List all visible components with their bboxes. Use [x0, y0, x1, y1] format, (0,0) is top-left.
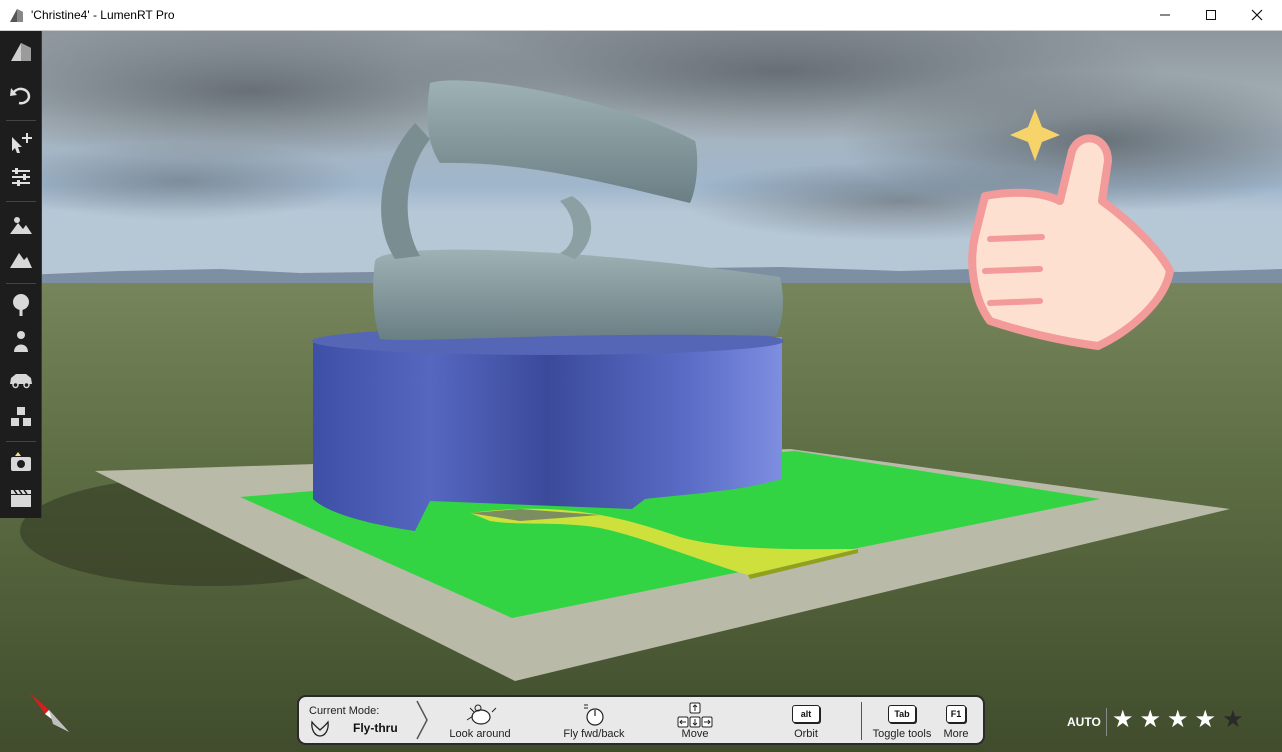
people-button[interactable]	[5, 327, 36, 355]
terrain-icon	[9, 253, 32, 268]
title-bar: 'Christine4' - LumenRT Pro	[0, 0, 1282, 31]
vehicle-icon	[9, 374, 32, 389]
plants-button[interactable]	[5, 291, 36, 319]
hint-move: Move	[669, 699, 721, 743]
f1-key-icon: F1	[946, 705, 966, 723]
properties-sliders-icon	[11, 168, 30, 186]
arrow-keys-icon	[677, 702, 713, 728]
terrain-button[interactable]	[5, 245, 36, 273]
hint-label: Fly fwd/back	[563, 728, 625, 740]
hint-label: Move	[681, 728, 709, 740]
quality-divider	[1106, 708, 1107, 736]
people-icon	[13, 331, 28, 352]
scene-viewport[interactable]	[0, 31, 1282, 752]
maximize-icon	[1206, 10, 1216, 20]
star-icon[interactable]: ★	[1222, 707, 1244, 733]
current-mode-value: Fly-thru	[353, 721, 398, 735]
properties-button[interactable]	[5, 163, 36, 191]
current-mode-label: Current Mode:	[309, 705, 380, 717]
app-logo-icon	[10, 9, 23, 22]
minimize-button[interactable]	[1142, 0, 1188, 30]
window-title: 'Christine4' - LumenRT Pro	[31, 8, 175, 22]
movie-clapper-icon	[10, 489, 31, 507]
undo-icon	[9, 87, 30, 105]
close-icon	[1251, 9, 1263, 21]
vehicle-button[interactable]	[5, 365, 36, 393]
project-icon	[10, 43, 31, 61]
star-icon[interactable]: ★	[1140, 707, 1162, 733]
sky-environment-button[interactable]	[5, 211, 36, 239]
objects-button[interactable]	[5, 403, 36, 431]
objects-icon	[10, 407, 31, 426]
mouse-look-icon	[466, 704, 497, 725]
sky-environment-icon	[9, 217, 32, 234]
hint-divider	[861, 702, 862, 740]
chevron-right-icon	[416, 700, 428, 740]
project-button[interactable]	[5, 37, 36, 65]
current-mode-panel: Current Mode: Fly-thru	[301, 699, 419, 741]
hint-toggle-tools: Tab Toggle tools	[869, 699, 935, 743]
select-move-button[interactable]	[5, 129, 36, 157]
minimize-icon	[1160, 14, 1170, 16]
wings-icon	[311, 720, 329, 737]
hint-label: More	[943, 728, 969, 740]
hint-more[interactable]: F1 More	[939, 699, 973, 743]
select-move-icon	[11, 133, 32, 153]
hint-label: Orbit	[794, 728, 818, 740]
left-toolbar	[0, 31, 42, 518]
photo-button[interactable]	[5, 447, 36, 475]
hint-label: Toggle tools	[872, 728, 932, 740]
scene-render	[0, 31, 1282, 752]
hint-fly-fwd-back: Fly fwd/back	[551, 699, 637, 743]
quality-auto-label[interactable]: AUTO	[1067, 715, 1101, 729]
hint-look-around: Look around	[444, 699, 516, 743]
plants-icon	[12, 294, 29, 316]
photo-icon	[10, 452, 31, 471]
star-icon[interactable]: ★	[1195, 707, 1217, 733]
tab-key-icon: Tab	[888, 705, 916, 723]
movie-button[interactable]	[5, 483, 36, 511]
hint-label: Look around	[449, 728, 511, 740]
mouse-scroll-icon	[584, 704, 604, 726]
hint-orbit: alt Orbit	[781, 699, 831, 743]
maximize-button[interactable]	[1188, 0, 1234, 30]
alt-key-icon: alt	[792, 705, 820, 723]
compass-icon[interactable]	[27, 690, 71, 734]
star-icon[interactable]: ★	[1112, 707, 1134, 733]
undo-button[interactable]	[5, 81, 36, 109]
close-button[interactable]	[1234, 0, 1280, 30]
navigation-hint-bar: Current Mode: Fly-thru Look around Fly f…	[297, 695, 985, 745]
star-icon[interactable]: ★	[1167, 707, 1189, 733]
quality-star-rating[interactable]: ★ ★ ★ ★ ★	[1112, 707, 1244, 733]
